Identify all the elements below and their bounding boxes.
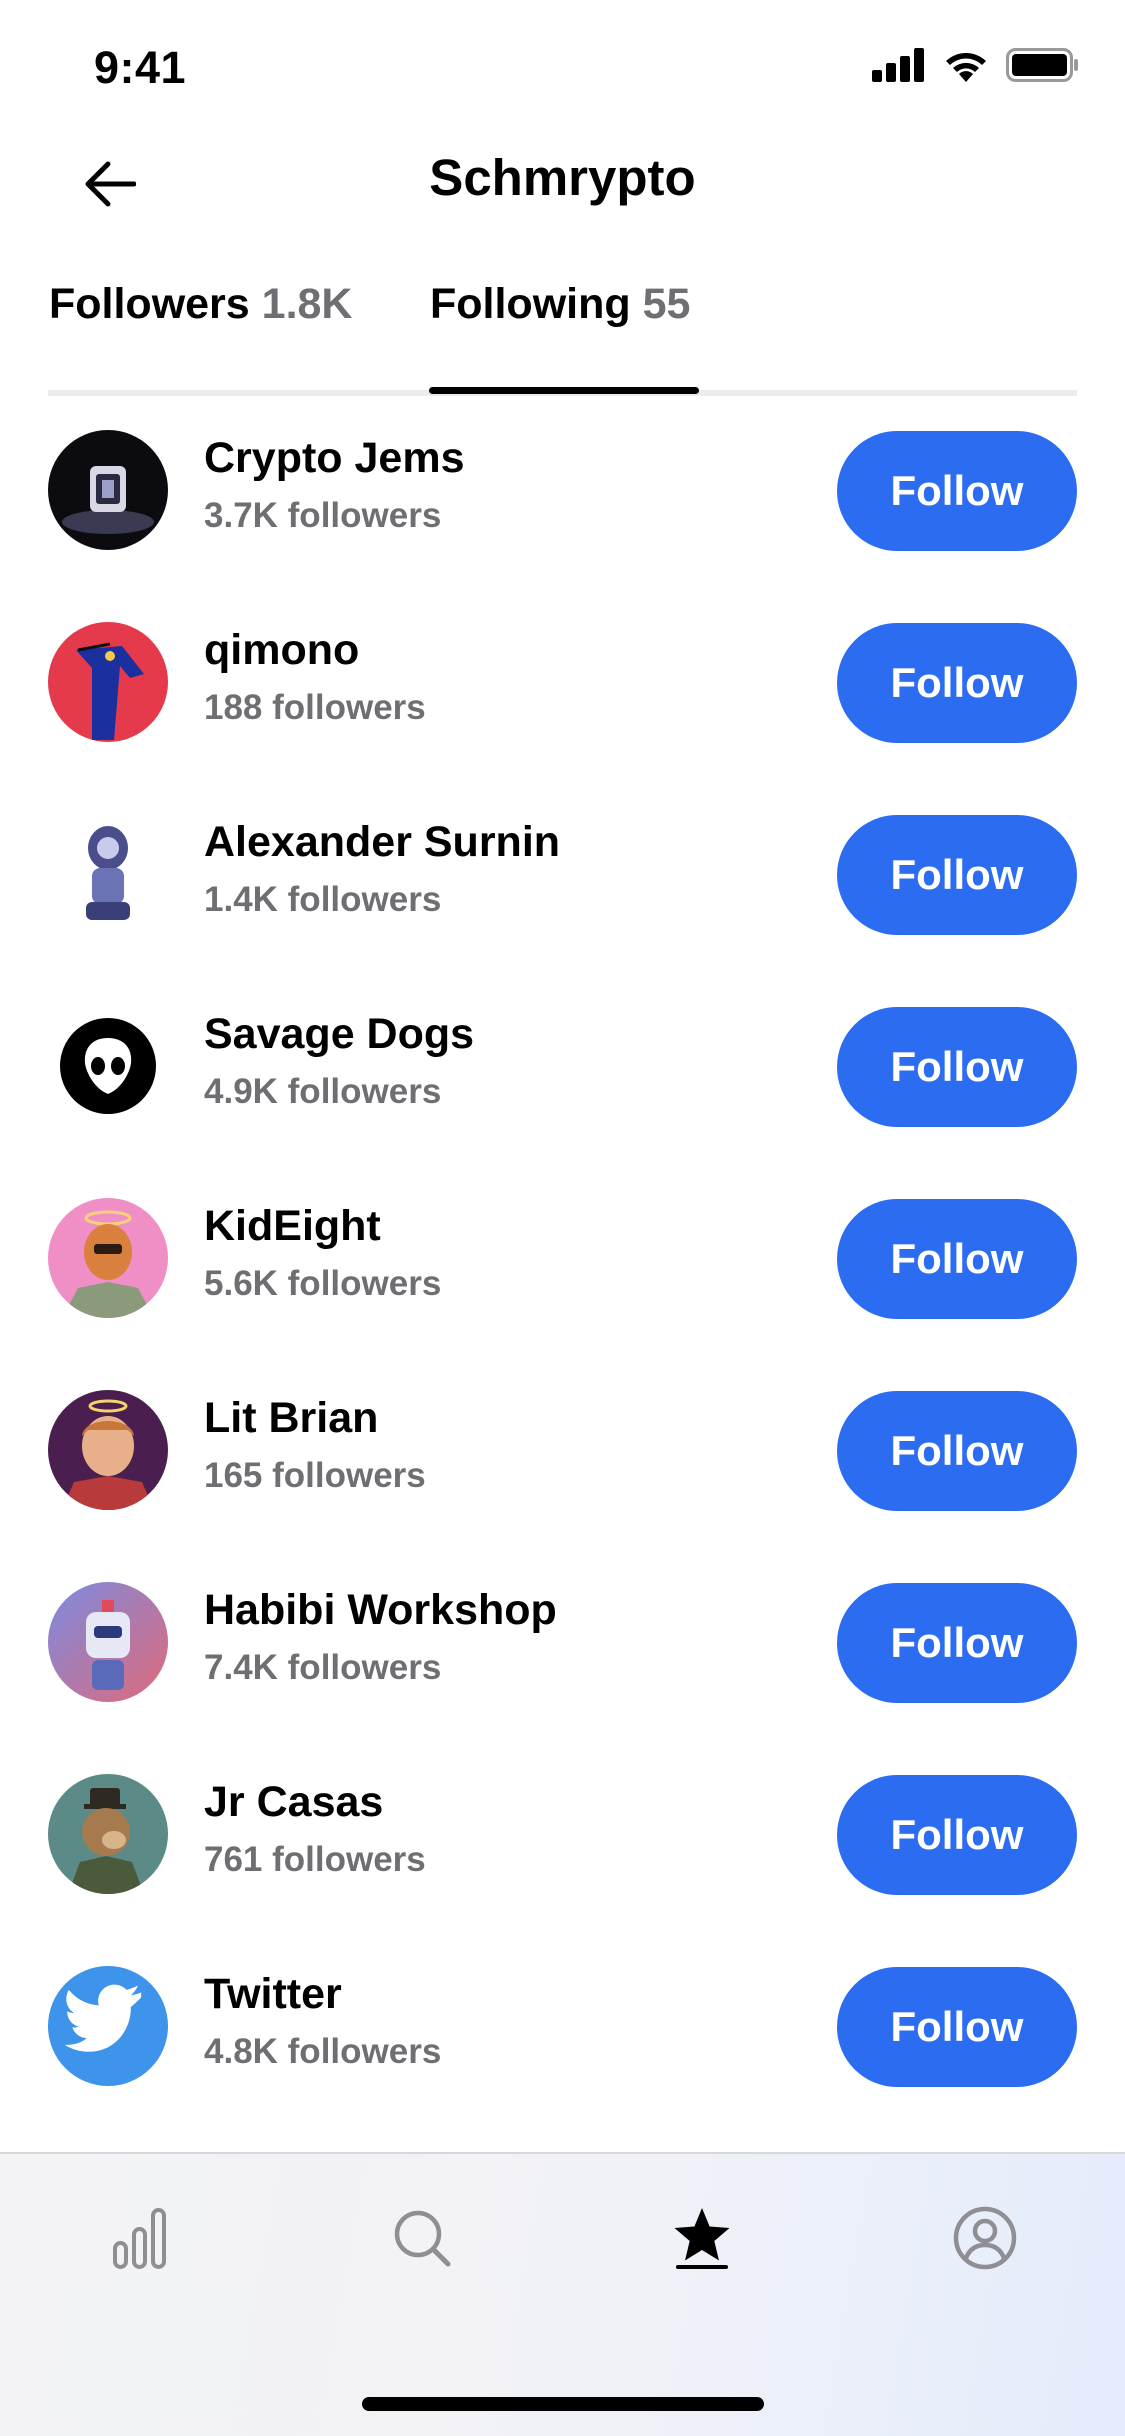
home-indicator[interactable]: [362, 2397, 764, 2411]
follow-button[interactable]: Follow: [837, 1967, 1077, 2087]
list-item[interactable]: Habibi Workshop 7.4K followers Follow: [0, 1552, 1125, 1744]
bottom-navigation: [0, 2152, 1125, 2436]
habibi-workshop-avatar: [48, 1582, 168, 1702]
follow-button[interactable]: Follow: [837, 1775, 1077, 1895]
twitter-avatar: [48, 1966, 168, 2086]
account-name: Savage Dogs: [204, 1010, 475, 1058]
follow-button[interactable]: Follow: [837, 1583, 1077, 1703]
follower-count: 1.4K followers: [204, 880, 442, 919]
savage-dogs-avatar: [48, 1006, 168, 1126]
lit-brian-avatar: [48, 1390, 168, 1510]
follow-button[interactable]: Follow: [837, 431, 1077, 551]
nav-search[interactable]: [382, 2198, 462, 2278]
tab-followers[interactable]: Followers 1.8K: [49, 280, 353, 390]
follower-count: 761 followers: [204, 1840, 426, 1879]
list-item[interactable]: Twitter 4.8K followers Follow: [0, 1936, 1125, 2128]
page-title: Schmrypto: [429, 149, 696, 206]
following-list: Crypto Jems 3.7K followers Follow qimono…: [0, 400, 1125, 2128]
follow-button[interactable]: Follow: [837, 815, 1077, 935]
tab-following-label: Following: [430, 280, 631, 328]
tab-following-count: 55: [642, 280, 691, 328]
account-name: Twitter: [204, 1970, 342, 2018]
status-icons: [872, 48, 1080, 82]
follower-count: 5.6K followers: [204, 1264, 442, 1303]
list-item[interactable]: Jr Casas 761 followers Follow: [0, 1744, 1125, 1936]
cellular-signal-icon: [872, 48, 924, 82]
navigation-header: Schmrypto: [0, 132, 1125, 242]
follow-button[interactable]: Follow: [837, 1199, 1077, 1319]
account-name: Lit Brian: [204, 1394, 379, 1442]
list-item[interactable]: Savage Dogs 4.9K followers Follow: [0, 976, 1125, 1168]
tab-followers-count: 1.8K: [261, 280, 353, 328]
qimono-avatar: [48, 622, 168, 742]
bar-chart-icon: [113, 2208, 166, 2269]
follow-button[interactable]: Follow: [837, 623, 1077, 743]
nav-profile[interactable]: [945, 2198, 1025, 2278]
follower-count: 7.4K followers: [204, 1648, 442, 1687]
account-name: KidEight: [204, 1202, 381, 1250]
status-bar: 9:41: [0, 0, 1125, 132]
follower-count: 3.7K followers: [204, 496, 442, 535]
follower-count: 4.9K followers: [204, 1072, 442, 1111]
account-name: Crypto Jems: [204, 434, 465, 482]
account-name: Habibi Workshop: [204, 1586, 557, 1634]
follower-count: 165 followers: [204, 1456, 426, 1495]
status-time: 9:41: [94, 42, 187, 93]
nav-favorites[interactable]: [662, 2198, 742, 2278]
crypto-jems-avatar: [48, 430, 168, 550]
account-name: qimono: [204, 626, 360, 674]
star-icon: [674, 2208, 730, 2269]
account-name: Alexander Surnin: [204, 818, 561, 866]
search-icon: [394, 2210, 451, 2267]
list-item[interactable]: Lit Brian 165 followers Follow: [0, 1360, 1125, 1552]
kideight-avatar: [48, 1198, 168, 1318]
tab-bar: Followers 1.8K Following 55: [48, 270, 1077, 396]
follower-count: 188 followers: [204, 688, 426, 727]
account-name: Jr Casas: [204, 1778, 384, 1826]
battery-icon: [1006, 48, 1078, 82]
follow-button[interactable]: Follow: [837, 1007, 1077, 1127]
nav-stats[interactable]: [100, 2198, 180, 2278]
list-item[interactable]: Crypto Jems 3.7K followers Follow: [0, 400, 1125, 592]
list-item[interactable]: KidEight 5.6K followers Follow: [0, 1168, 1125, 1360]
follower-count: 4.8K followers: [204, 2032, 442, 2071]
profile-icon: [953, 2206, 1017, 2270]
jr-casas-avatar: [48, 1774, 168, 1894]
list-item[interactable]: qimono 188 followers Follow: [0, 592, 1125, 784]
tab-following[interactable]: Following 55: [430, 280, 690, 390]
list-item[interactable]: Alexander Surnin 1.4K followers Follow: [0, 784, 1125, 976]
follow-button[interactable]: Follow: [837, 1391, 1077, 1511]
wifi-icon: [946, 53, 986, 82]
alexander-surnin-avatar: [48, 814, 168, 934]
active-tab-indicator: [429, 387, 699, 394]
tab-followers-label: Followers: [49, 280, 250, 328]
